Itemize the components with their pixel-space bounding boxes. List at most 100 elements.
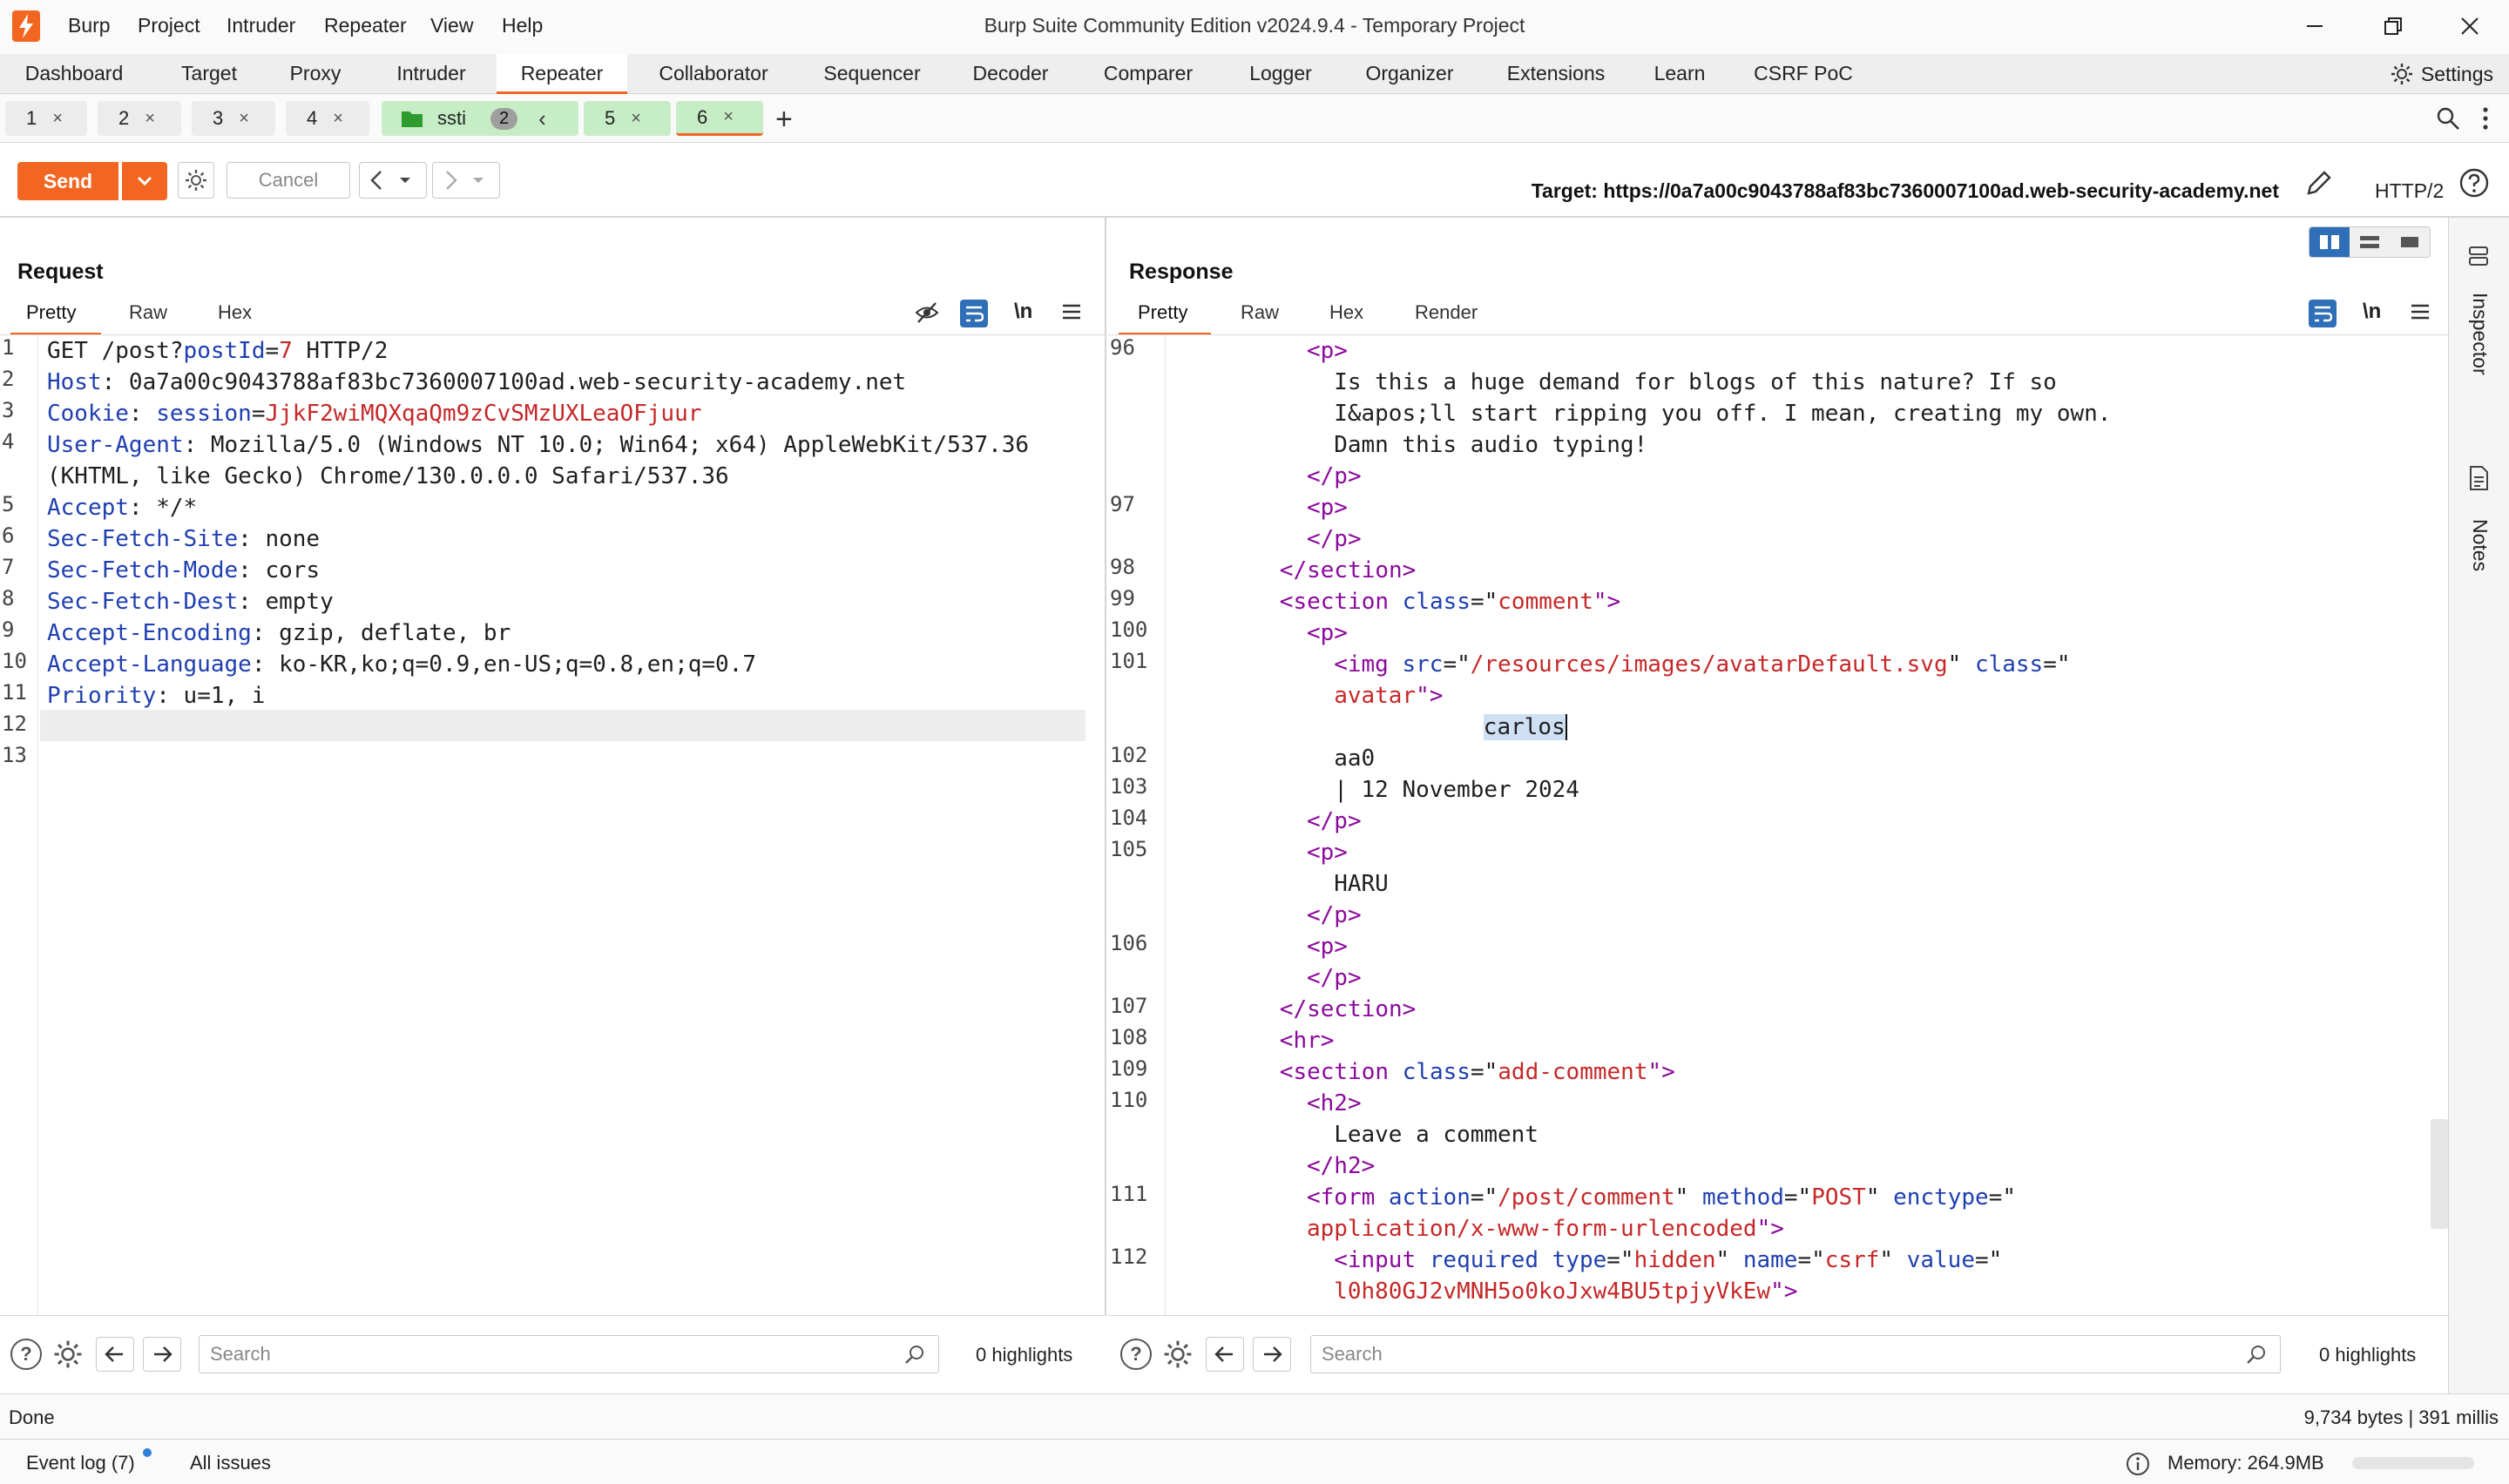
tab-comparer[interactable]: Comparer — [1089, 54, 1207, 94]
send-options-dropdown[interactable] — [122, 162, 167, 200]
settings-button[interactable]: Settings — [2390, 54, 2493, 94]
tab-logger[interactable]: Logger — [1228, 54, 1333, 94]
response-tab-hex[interactable]: Hex — [1329, 301, 1363, 324]
tab-csrf-poc[interactable]: CSRF PoC — [1742, 54, 1864, 94]
all-issues-link[interactable]: All issues — [190, 1452, 271, 1474]
repeater-tab-4[interactable]: 4 × — [286, 101, 369, 136]
add-tab-button[interactable]: + — [775, 103, 793, 137]
response-menu-icon[interactable] — [2410, 301, 2431, 327]
line-number: 4 — [2, 429, 15, 454]
notes-label[interactable]: Notes — [2468, 519, 2492, 571]
event-log-link[interactable]: Event log (7) — [26, 1452, 135, 1474]
more-options-icon[interactable] — [2481, 106, 2490, 136]
http-version-label[interactable]: HTTP/2 — [2375, 179, 2444, 203]
search-settings-icon[interactable] — [52, 1339, 84, 1375]
newline-toggle[interactable]: \n — [2363, 300, 2381, 324]
tab-target[interactable]: Target — [164, 54, 254, 94]
tab-collaborator[interactable]: Collaborator — [643, 54, 784, 94]
tab-proxy[interactable]: Proxy — [272, 54, 359, 94]
chevron-down-icon — [137, 176, 152, 186]
repeater-tab-2[interactable]: 2 × — [98, 101, 181, 136]
next-match-button[interactable] — [1253, 1337, 1291, 1372]
response-tab-raw[interactable]: Raw — [1241, 301, 1279, 324]
close-window-button[interactable] — [2448, 9, 2492, 44]
previous-match-button[interactable] — [1206, 1337, 1244, 1372]
line-number: 103 — [1110, 774, 1148, 799]
request-tab-raw[interactable]: Raw — [129, 301, 167, 324]
code-token: class — [1402, 1059, 1471, 1085]
wrap-lines-toggle[interactable] — [960, 300, 988, 327]
memory-usage-bar — [2352, 1457, 2474, 1469]
inspector-icon[interactable] — [2466, 244, 2491, 273]
request-menu-icon[interactable] — [1061, 301, 1082, 327]
repeater-tab-3[interactable]: 3 × — [192, 101, 275, 136]
tab-sequencer[interactable]: Sequencer — [808, 54, 936, 94]
request-settings-button[interactable] — [178, 162, 214, 199]
response-editor[interactable]: 96 <p> Is this a huge demand for blogs of … — [1108, 334, 2448, 1322]
restore-button[interactable] — [2371, 9, 2415, 44]
tab-intruder[interactable]: Intruder — [376, 54, 486, 94]
request-search-input[interactable]: Search — [199, 1335, 939, 1373]
inspector-label[interactable]: Inspector — [2468, 293, 2492, 375]
send-button[interactable]: Send — [17, 162, 118, 200]
info-icon — [2126, 1452, 2150, 1481]
code-token: HTTP/2 — [292, 338, 389, 364]
tab-extensions[interactable]: Extensions — [1497, 54, 1615, 94]
tabs-layout-button[interactable] — [2390, 227, 2430, 257]
tab-decoder[interactable]: Decoder — [948, 54, 1073, 94]
code-line: Is this a huge demand for blogs of this … — [1334, 367, 2057, 398]
close-icon[interactable]: × — [723, 107, 734, 127]
hide-invisible-icon[interactable] — [915, 301, 939, 329]
status-bar: Done 9,734 bytes | 391 millis — [0, 1393, 2509, 1439]
help-icon[interactable]: ? — [10, 1339, 42, 1370]
response-tab-pretty[interactable]: Pretty — [1138, 301, 1187, 324]
tab-repeater[interactable]: Repeater — [497, 54, 627, 94]
code-token: Damn this audio typing! — [1334, 432, 1648, 458]
request-editor[interactable]: 1 GET /post?postId=7 HTTP/2 2 Host: 0a7a00c… — [0, 334, 1105, 1322]
split-vertical-layout-button[interactable] — [2309, 227, 2350, 257]
wrap-lines-toggle[interactable] — [2309, 300, 2337, 327]
tab-label: 1 — [26, 107, 37, 129]
minimize-button[interactable] — [2293, 9, 2337, 44]
split-horizontal-layout-button[interactable] — [2350, 227, 2390, 257]
response-tab-render[interactable]: Render — [1415, 301, 1478, 324]
close-icon[interactable]: × — [145, 109, 155, 129]
edit-target-icon[interactable] — [2303, 167, 2335, 204]
repeater-tab-1[interactable]: 1 × — [5, 101, 87, 136]
arrow-right-icon — [446, 171, 457, 190]
close-icon[interactable]: × — [333, 109, 343, 129]
repeater-tab-5[interactable]: 5 × — [584, 101, 671, 136]
search-settings-icon[interactable] — [1162, 1339, 1194, 1375]
code-line: <h2> — [1307, 1088, 1362, 1119]
tab-dashboard[interactable]: Dashboard — [9, 54, 139, 94]
collapse-chevron-icon[interactable]: ‹ — [538, 105, 546, 132]
close-icon[interactable]: × — [239, 109, 249, 129]
history-forward-button[interactable] — [432, 162, 500, 199]
code-token: <input — [1334, 1247, 1430, 1273]
newline-toggle[interactable]: \n — [1014, 300, 1032, 324]
request-tab-hex[interactable]: Hex — [218, 301, 252, 324]
previous-match-button[interactable] — [96, 1337, 134, 1372]
request-tab-pretty[interactable]: Pretty — [26, 301, 76, 324]
repeater-tab-6[interactable]: 6 × — [676, 101, 763, 136]
notes-icon[interactable] — [2466, 465, 2491, 496]
history-back-button[interactable] — [359, 162, 427, 199]
search-tabs-icon[interactable] — [2436, 106, 2460, 136]
tab-organizer[interactable]: Organizer — [1350, 54, 1469, 94]
repeater-group-ssti[interactable]: ssti 2 ‹ — [382, 101, 578, 136]
tab-learn[interactable]: Learn — [1638, 54, 1721, 94]
code-line: <hr> — [1280, 1025, 1335, 1056]
close-icon[interactable]: × — [52, 109, 63, 129]
close-icon[interactable]: × — [631, 109, 641, 129]
line-number: 101 — [1110, 649, 1148, 673]
next-match-button[interactable] — [143, 1337, 181, 1372]
cancel-button[interactable]: Cancel — [227, 162, 350, 199]
code-token: </section> — [1279, 996, 1417, 1022]
line-number: 7 — [2, 555, 15, 579]
help-icon[interactable] — [2458, 167, 2490, 204]
help-icon[interactable]: ? — [1120, 1339, 1152, 1370]
response-search-input[interactable]: Search — [1310, 1335, 2281, 1373]
folder-icon — [402, 111, 423, 127]
scrollbar-thumb[interactable] — [2431, 1119, 2448, 1229]
code-line: <section class="add-comment"> — [1280, 1056, 1675, 1088]
